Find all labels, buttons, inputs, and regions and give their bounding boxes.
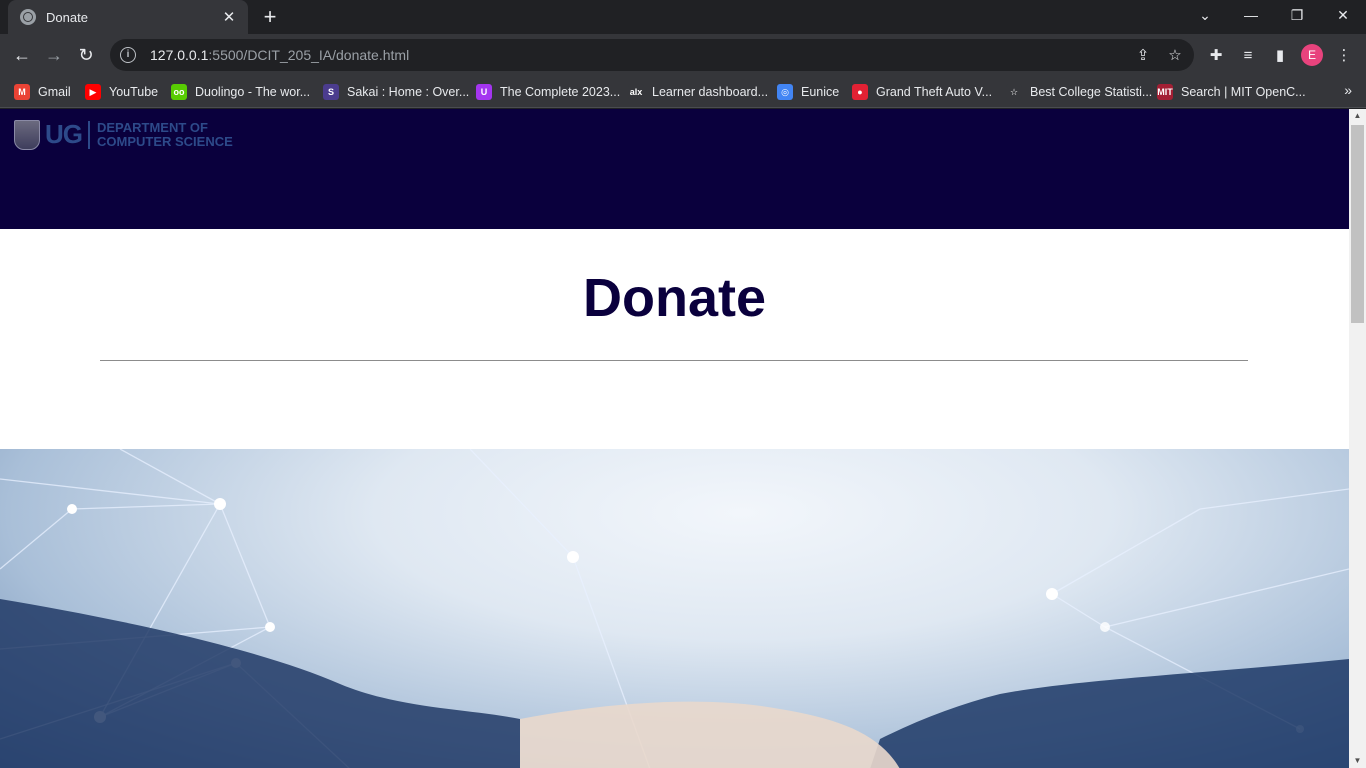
- bookmark-item[interactable]: ◎ Eunice: [777, 82, 839, 102]
- bookmark-label: Search | MIT OpenC...: [1181, 85, 1306, 99]
- url-host: 127.0.0.1: [150, 47, 209, 63]
- close-tab-icon[interactable]: ✕: [220, 8, 238, 26]
- tab-title: Donate: [46, 9, 88, 25]
- forward-button[interactable]: →: [42, 43, 66, 67]
- back-button[interactable]: ←: [10, 43, 34, 67]
- restore-button[interactable]: ❐: [1274, 0, 1320, 30]
- page-title: Donate: [582, 268, 766, 328]
- reload-button[interactable]: ↻: [74, 43, 98, 67]
- bookmark-item[interactable]: alx Learner dashboard...: [628, 82, 768, 102]
- bookmark-item[interactable]: MIT Search | MIT OpenC...: [1157, 82, 1306, 102]
- bookmark-favicon-icon: oo: [171, 84, 187, 100]
- bookmark-item[interactable]: ● Grand Theft Auto V...: [852, 82, 992, 102]
- bookmark-item[interactable]: S Sakai : Home : Over...: [323, 82, 469, 102]
- bookmark-label: The Complete 2023...: [500, 85, 621, 99]
- side-panel-icon[interactable]: ▮: [1270, 46, 1290, 66]
- page-scrollbar[interactable]: ▲ ▼: [1349, 109, 1366, 768]
- logo-dept-text: DEPARTMENT OF COMPUTER SCIENCE: [97, 119, 233, 149]
- site-info-icon[interactable]: i: [120, 47, 136, 63]
- bookmark-favicon-icon: ▶: [85, 84, 101, 100]
- menu-kebab-icon[interactable]: ⋮: [1334, 46, 1354, 66]
- bookmark-star-icon[interactable]: ☆: [1166, 47, 1184, 65]
- share-icon[interactable]: ⇪: [1134, 47, 1152, 65]
- globe-icon: [20, 9, 36, 25]
- tab-strip: Donate ✕ + ⌄ — ❐ ✕: [0, 0, 1366, 34]
- network-handshake-illustration: [0, 449, 1349, 768]
- bookmark-favicon-icon: S: [323, 84, 339, 100]
- bookmarks-overflow-icon[interactable]: »: [1344, 82, 1352, 98]
- browser-tab[interactable]: Donate ✕: [8, 0, 248, 34]
- bookmark-label: YouTube: [109, 85, 159, 99]
- site-header: UG DEPARTMENT OF COMPUTER SCIENCE: [0, 109, 1349, 229]
- bookmark-item[interactable]: oo Duolingo - The wor...: [171, 82, 310, 102]
- media-control-icon[interactable]: ≡: [1238, 46, 1258, 66]
- tab-search-icon[interactable]: ⌄: [1182, 0, 1228, 30]
- bookmark-label: Duolingo - The wor...: [195, 85, 311, 99]
- bookmark-label: Eunice: [801, 85, 840, 99]
- bookmark-item[interactable]: ☆ Best College Statisti...: [1006, 82, 1152, 102]
- bookmark-label: Grand Theft Auto V...: [876, 85, 993, 99]
- bookmark-item[interactable]: ▶ YouTube: [85, 82, 158, 102]
- bookmarks-bar: » M Gmail ▶ YouTube oo Duolingo - The wor... S…: [0, 76, 1366, 108]
- university-crest-icon: [14, 119, 40, 150]
- scrollbar-thumb[interactable]: [1351, 125, 1364, 323]
- logo-short: UG: [45, 119, 83, 149]
- bookmark-item[interactable]: U The Complete 2023...: [476, 82, 620, 102]
- bookmark-item[interactable]: M Gmail: [14, 82, 71, 102]
- scroll-down-icon[interactable]: ▼: [1349, 754, 1366, 768]
- bookmark-label: Gmail: [38, 85, 71, 99]
- bookmark-label: Best College Statisti...: [1030, 85, 1153, 99]
- bookmark-favicon-icon: ☆: [1006, 84, 1022, 100]
- bookmark-favicon-icon: MIT: [1157, 84, 1173, 100]
- bookmark-favicon-icon: ●: [852, 84, 868, 100]
- hero-handshake-image: [0, 449, 1349, 768]
- logo-dept-line2: COMPUTER SCIENCE: [97, 133, 233, 149]
- scroll-up-icon[interactable]: ▲: [1349, 109, 1366, 123]
- title-divider: [100, 360, 1248, 361]
- browser-toolbar: ← → ↻ i 127.0.0.1:5500/DCIT_205_IA/donat…: [0, 34, 1366, 76]
- donate-section: Donate: [0, 229, 1349, 449]
- minimize-button[interactable]: —: [1228, 0, 1274, 30]
- extensions-icon[interactable]: ✚: [1206, 46, 1226, 66]
- bookmark-favicon-icon: ◎: [777, 84, 793, 100]
- profile-avatar[interactable]: E: [1301, 44, 1323, 66]
- address-bar[interactable]: i 127.0.0.1:5500/DCIT_205_IA/donate.html…: [110, 39, 1194, 71]
- logo-dept-line1: DEPARTMENT OF: [97, 119, 208, 135]
- bookmark-label: Sakai : Home : Over...: [347, 85, 470, 99]
- new-tab-button[interactable]: +: [258, 5, 282, 29]
- bookmark-favicon-icon: M: [14, 84, 30, 100]
- bookmark-label: Learner dashboard...: [652, 85, 769, 99]
- bookmark-favicon-icon: alx: [628, 84, 644, 100]
- close-window-button[interactable]: ✕: [1320, 0, 1366, 30]
- url-path: :5500/DCIT_205_IA/donate.html: [208, 47, 410, 63]
- page-viewport: UG DEPARTMENT OF COMPUTER SCIENCE Donate: [0, 109, 1349, 768]
- bookmark-favicon-icon: U: [476, 84, 492, 100]
- ug-cs-logo[interactable]: UG DEPARTMENT OF COMPUTER SCIENCE: [14, 119, 233, 150]
- logo-separator: [88, 120, 90, 149]
